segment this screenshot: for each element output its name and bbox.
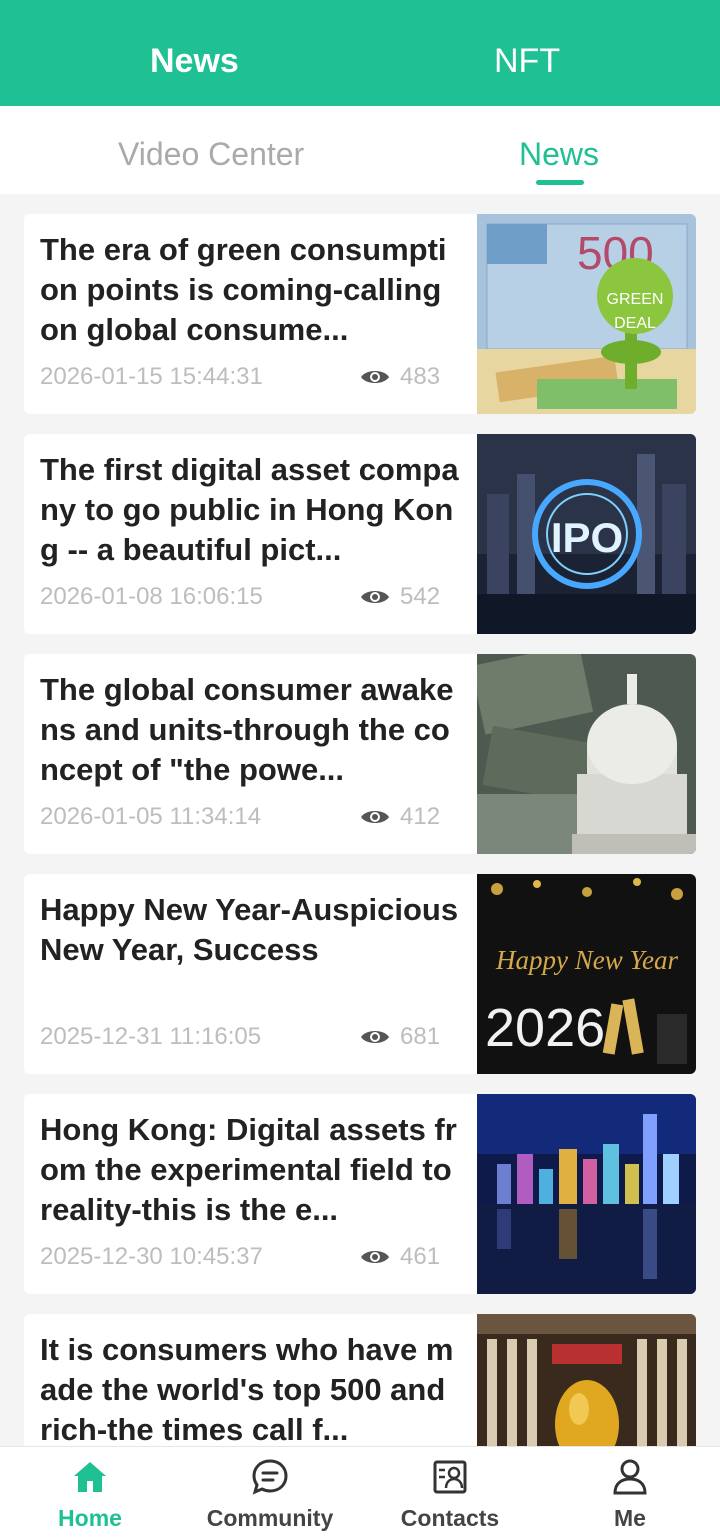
news-views: 461 (360, 1242, 440, 1272)
nav-label-contacts: Contacts (400, 1505, 500, 1531)
nav-label-home: Home (58, 1505, 122, 1531)
news-date: 2025-12-31 11:16:05 (40, 1023, 262, 1050)
sub-tab-news[interactable]: News (519, 132, 599, 176)
views-count: 461 (400, 1243, 441, 1270)
news-card[interactable]: The era of green consumption points is c… (24, 214, 696, 414)
news-views: 542 (360, 582, 440, 612)
eye-icon (361, 371, 389, 383)
top-tab-nft[interactable]: NFT (494, 38, 560, 84)
ipo-hong-kong-night-image[interactable]: IPO (477, 434, 696, 634)
news-title: The era of green consumption points is c… (40, 232, 447, 347)
news-date: 2026-01-05 11:34:14 (40, 803, 262, 830)
news-title: The global consumer awakens and units-th… (40, 672, 454, 787)
bottom-nav-bar: Home Community Contacts Me (0, 1446, 720, 1540)
nav-label-community: Community (206, 1505, 334, 1531)
capitol-dollar-image[interactable] (477, 654, 696, 854)
news-title: It is consumers who have made the world'… (40, 1332, 454, 1446)
news-date: 2026-01-08 16:06:15 (40, 583, 263, 610)
image-text-2026: 2026 (485, 998, 605, 1058)
top-tab-bar: News NFT (0, 0, 720, 106)
sub-tab-video-center[interactable]: Video Center (118, 132, 304, 176)
image-text-green: GREEN (607, 291, 664, 308)
nav-community[interactable]: Community (180, 1457, 360, 1537)
eye-icon (361, 1031, 389, 1043)
news-card[interactable]: Happy New Year-Auspicious New Year, Succ… (24, 874, 696, 1074)
golden-egg-image[interactable] (477, 1314, 696, 1446)
news-card[interactable]: Hong Kong: Digital assets from the exper… (24, 1094, 696, 1294)
news-card[interactable]: It is consumers who have made the world'… (24, 1314, 696, 1446)
image-text-ipo: IPO (551, 514, 623, 561)
news-card[interactable]: The first digital asset company to go pu… (24, 434, 696, 634)
eye-icon (361, 591, 389, 603)
news-list[interactable]: The era of green consumption points is c… (0, 194, 720, 1446)
views-count: 542 (400, 583, 441, 610)
chat-icon (252, 1459, 288, 1495)
eye-icon (361, 1251, 389, 1263)
active-tab-indicator (536, 180, 584, 185)
home-icon (74, 1462, 106, 1492)
news-title: Happy New Year-Auspicious New Year, Succ… (40, 892, 459, 967)
news-views: 681 (360, 1022, 440, 1052)
nav-me[interactable]: Me (540, 1457, 720, 1537)
image-text-deal: DEAL (614, 315, 656, 332)
image-text-happy-new-year: Happy New Year (495, 945, 679, 975)
person-icon (613, 1459, 647, 1495)
nav-contacts[interactable]: Contacts (360, 1457, 540, 1537)
green-deal-euro-image[interactable]: 500 GREEN DEAL (477, 214, 696, 414)
sub-tab-bar: Video Center News (0, 106, 720, 194)
views-count: 483 (400, 363, 441, 390)
hong-kong-skyline-image[interactable] (477, 1094, 696, 1294)
news-card[interactable]: The global consumer awakens and units-th… (24, 654, 696, 854)
nav-label-me: Me (614, 1505, 646, 1531)
views-count: 681 (400, 1023, 441, 1050)
news-views: 412 (360, 802, 440, 832)
news-title: Hong Kong: Digital assets from the exper… (40, 1112, 457, 1227)
nav-home[interactable]: Home (0, 1457, 180, 1537)
eye-icon (361, 811, 389, 823)
contacts-icon (433, 1460, 467, 1494)
top-tab-news[interactable]: News (150, 38, 239, 84)
news-date: 2025-12-30 10:45:37 (40, 1243, 263, 1270)
happy-new-year-2026-image[interactable]: Happy New Year 2026 (477, 874, 696, 1074)
news-title: The first digital asset company to go pu… (40, 452, 459, 567)
views-count: 412 (400, 803, 441, 830)
news-date: 2026-01-15 15:44:31 (40, 363, 263, 390)
news-views: 483 (360, 362, 440, 392)
